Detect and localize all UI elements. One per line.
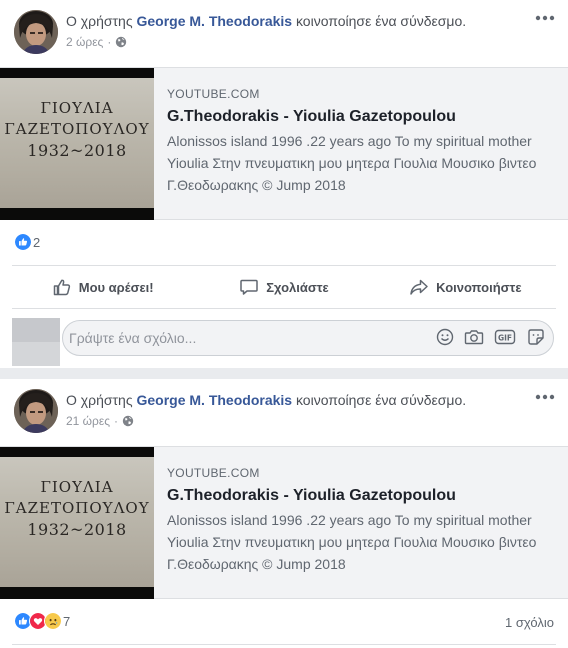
globe-icon[interactable] bbox=[115, 36, 127, 48]
like-reaction-icon bbox=[14, 233, 32, 251]
like-label: Μου αρέσει! bbox=[78, 279, 154, 295]
link-source: YOUTUBE.COM bbox=[167, 466, 260, 480]
link-preview[interactable]: ΓΙΟΥΛΙΑ ΓΑΖΕΤΟΠΟΥΛΟΥ 1932~2018 YOUTUBE.C… bbox=[0, 67, 568, 220]
comment-composer: GIF bbox=[12, 318, 556, 366]
thumbnail-plaque: ΓΙΟΥΛΙΑ ΓΑΖΕΤΟΠΟΥΛΟΥ 1932~2018 bbox=[0, 457, 154, 587]
meta-separator: · bbox=[114, 414, 119, 428]
more-options-icon[interactable] bbox=[534, 8, 556, 28]
thumbs-up-icon bbox=[53, 279, 70, 296]
video-thumbnail[interactable]: ΓΙΟΥΛΙΑ ΓΑΖΕΤΟΠΟΥΛΟΥ 1932~2018 bbox=[0, 447, 154, 599]
share-button[interactable]: Κοινοποιήστε bbox=[375, 266, 556, 308]
comment-label: Σχολιάστε bbox=[266, 279, 329, 295]
sticker-icon[interactable] bbox=[526, 328, 546, 346]
comment-button[interactable]: Σχολιάστε bbox=[193, 266, 374, 308]
link-preview[interactable]: ΓΙΟΥΛΙΑ ΓΑΖΕΤΟΠΟΥΛΟΥ 1932~2018 YOUTUBE.C… bbox=[0, 446, 568, 599]
link-title[interactable]: G.Theodorakis - Yioulia Gazetopoulou bbox=[167, 108, 456, 126]
feed-post: Ο χρήστης George M. Theodorakis κοινοποί… bbox=[0, 0, 568, 368]
reactions-summary[interactable]: 7 bbox=[14, 611, 70, 631]
comments-count-link[interactable]: 1 σχόλιο bbox=[505, 615, 554, 630]
like-button[interactable]: Μου αρέσει! bbox=[12, 266, 193, 308]
avatar[interactable] bbox=[14, 10, 58, 54]
header-action: κοινοποίησε ένα σύνδεσμο. bbox=[295, 392, 467, 408]
post-actions: Μου αρέσει! Σχολιάστε Κοινοποιήστε bbox=[12, 265, 556, 309]
reactions-count[interactable]: 7 bbox=[63, 614, 70, 629]
reactions-count[interactable]: 2 bbox=[33, 235, 40, 250]
comment-tools: GIF bbox=[436, 328, 546, 346]
thumbnail-name: ΓΙΟΥΛΙΑ bbox=[40, 99, 114, 117]
video-thumbnail[interactable]: ΓΙΟΥΛΙΑ ΓΑΖΕΤΟΠΟΥΛΟΥ 1932~2018 bbox=[0, 68, 154, 220]
post-meta: 2 ώρες · bbox=[66, 35, 127, 49]
post-meta: 21 ώρες · bbox=[66, 414, 134, 428]
meta-separator: · bbox=[107, 35, 112, 49]
header-action: κοινοποίησε ένα σύνδεσμο. bbox=[295, 13, 467, 29]
gif-icon[interactable]: GIF bbox=[494, 328, 516, 346]
avatar[interactable] bbox=[14, 389, 58, 433]
thumbnail-name: ΓΙΟΥΛΙΑ bbox=[40, 478, 114, 496]
reactions-summary[interactable]: 2 bbox=[14, 232, 40, 252]
author-link[interactable]: George M. Theodorakis bbox=[136, 392, 292, 408]
current-user-avatar bbox=[12, 318, 60, 366]
share-icon bbox=[410, 279, 428, 295]
camera-icon[interactable] bbox=[464, 328, 484, 346]
thumbnail-years: 1932~2018 bbox=[27, 141, 127, 160]
post-header: Ο χρήστης George M. Theodorakis κοινοποί… bbox=[66, 13, 466, 29]
link-description: Alonissos island 1996 .22 years ago To m… bbox=[167, 133, 537, 193]
thumbnail-years: 1932~2018 bbox=[27, 520, 127, 539]
sad-reaction-icon bbox=[44, 612, 62, 630]
thumbnail-plaque: ΓΙΟΥΛΙΑ ΓΑΖΕΤΟΠΟΥΛΟΥ 1932~2018 bbox=[0, 78, 154, 208]
post-time[interactable]: 21 ώρες bbox=[66, 414, 110, 428]
feed-post: Ο χρήστης George M. Theodorakis κοινοποί… bbox=[0, 379, 568, 648]
link-title[interactable]: G.Theodorakis - Yioulia Gazetopoulou bbox=[167, 487, 456, 505]
post-time[interactable]: 2 ώρες bbox=[66, 35, 103, 49]
header-prefix: Ο χρήστης bbox=[66, 13, 133, 29]
post-header: Ο χρήστης George M. Theodorakis κοινοποί… bbox=[66, 392, 466, 408]
header-prefix: Ο χρήστης bbox=[66, 392, 133, 408]
more-options-icon[interactable] bbox=[534, 387, 556, 407]
thumbnail-surname: ΓΑΖΕΤΟΠΟΥΛΟΥ bbox=[4, 499, 150, 517]
svg-text:GIF: GIF bbox=[498, 333, 512, 342]
divider bbox=[12, 644, 556, 645]
comment-icon bbox=[240, 279, 258, 295]
emoji-icon[interactable] bbox=[436, 328, 454, 346]
author-link[interactable]: George M. Theodorakis bbox=[136, 13, 292, 29]
share-label: Κοινοποιήστε bbox=[436, 279, 522, 295]
link-source: YOUTUBE.COM bbox=[167, 87, 260, 101]
globe-icon[interactable] bbox=[122, 415, 134, 427]
thumbnail-surname: ΓΑΖΕΤΟΠΟΥΛΟΥ bbox=[4, 120, 150, 138]
link-description: Alonissos island 1996 .22 years ago To m… bbox=[167, 512, 537, 572]
